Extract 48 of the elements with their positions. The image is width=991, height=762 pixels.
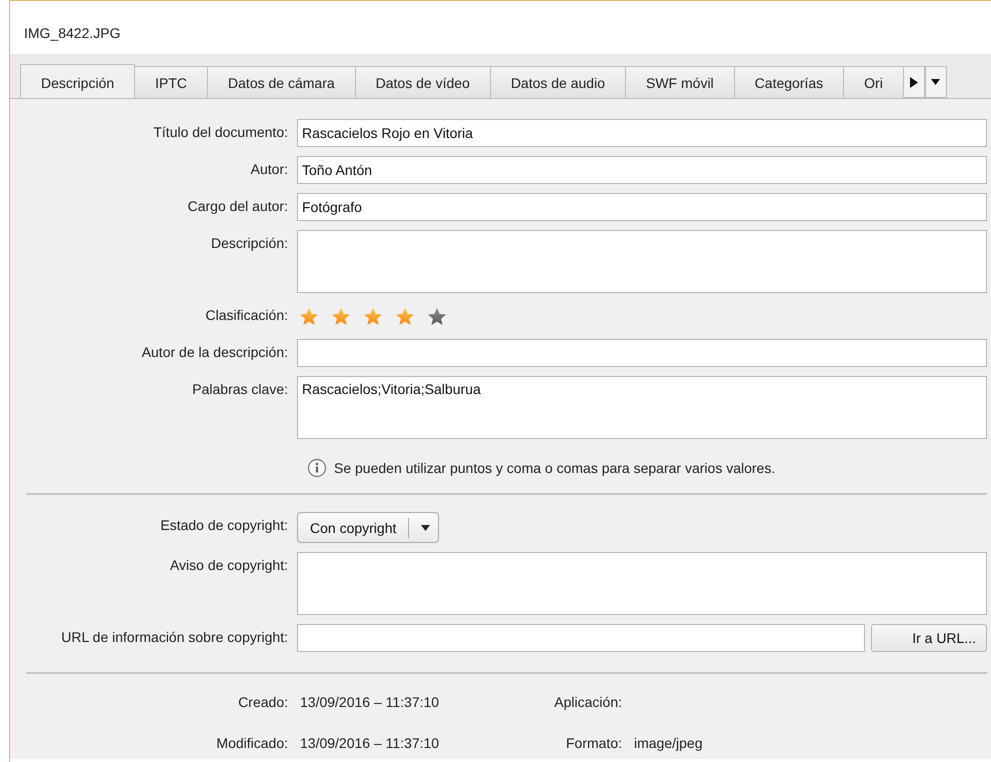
star-icon[interactable] bbox=[395, 306, 415, 326]
field-label: Autor de la descripción: bbox=[142, 343, 288, 362]
info-label: Aplicación: bbox=[554, 693, 622, 712]
caret-icon bbox=[931, 79, 940, 85]
text-area[interactable] bbox=[297, 230, 987, 293]
tab[interactable]: Ori bbox=[843, 66, 904, 98]
window-title: IMG_8422.JPG bbox=[24, 24, 120, 40]
star-icon[interactable] bbox=[363, 306, 383, 326]
field-label: Descripción: bbox=[210, 234, 288, 253]
url-field[interactable] bbox=[297, 624, 865, 652]
text-field[interactable] bbox=[297, 339, 987, 367]
tab-menu-button[interactable] bbox=[924, 66, 947, 98]
field-label: Autor: bbox=[250, 160, 288, 179]
tab[interactable]: Categorías bbox=[734, 66, 844, 98]
text-field[interactable]: Fotógrafo bbox=[297, 193, 987, 221]
scroll-right-button[interactable] bbox=[902, 66, 925, 98]
date-label: Creado: bbox=[238, 693, 288, 712]
info-label: Formato: bbox=[566, 734, 622, 753]
tab[interactable]: IPTC bbox=[134, 66, 208, 98]
tab[interactable]: SWF móvil bbox=[625, 66, 735, 98]
tab[interactable]: Datos de cámara bbox=[207, 66, 356, 98]
caret-icon bbox=[421, 524, 430, 530]
go-to-url-button[interactable]: Ir a URL... bbox=[871, 624, 987, 652]
star-icon[interactable] bbox=[427, 306, 447, 326]
text-area[interactable]: Rascacielos;Vitoria;Salburua bbox=[297, 376, 987, 439]
date-value: 13/09/2016 – 11:37:10 bbox=[300, 734, 440, 753]
tab[interactable]: Datos de vídeo bbox=[354, 66, 491, 98]
field-label: Palabras clave: bbox=[192, 380, 288, 399]
date-value: 13/09/2016 – 11:37:10 bbox=[300, 693, 440, 712]
triangle-right-icon bbox=[910, 76, 918, 88]
tab[interactable]: Descripción bbox=[20, 64, 136, 98]
field-label: Aviso de copyright: bbox=[170, 556, 288, 575]
date-label: Modificado: bbox=[216, 734, 288, 753]
dropdown[interactable]: Con copyright bbox=[297, 512, 440, 543]
star-icon[interactable] bbox=[299, 306, 319, 326]
info-value: image/jpeg bbox=[634, 734, 704, 753]
field-label: Clasificación: bbox=[206, 306, 288, 325]
info-icon bbox=[307, 458, 327, 478]
star-icon[interactable] bbox=[331, 306, 351, 326]
text-area[interactable] bbox=[297, 552, 987, 615]
field-label: Cargo del autor: bbox=[188, 197, 288, 216]
hint-text: Se pueden utilizar puntos y coma o comas para separar varios valores. bbox=[334, 460, 776, 476]
field-label: Título del documento: bbox=[153, 123, 288, 142]
field-label: URL de información sobre copyright: bbox=[61, 628, 288, 647]
text-field[interactable]: Toño Antón bbox=[297, 156, 987, 184]
text-field[interactable]: Rascacielos Rojo en Vitoria bbox=[297, 119, 987, 147]
field-label: Estado de copyright: bbox=[160, 516, 288, 535]
tab[interactable]: Datos de audio bbox=[490, 66, 626, 98]
